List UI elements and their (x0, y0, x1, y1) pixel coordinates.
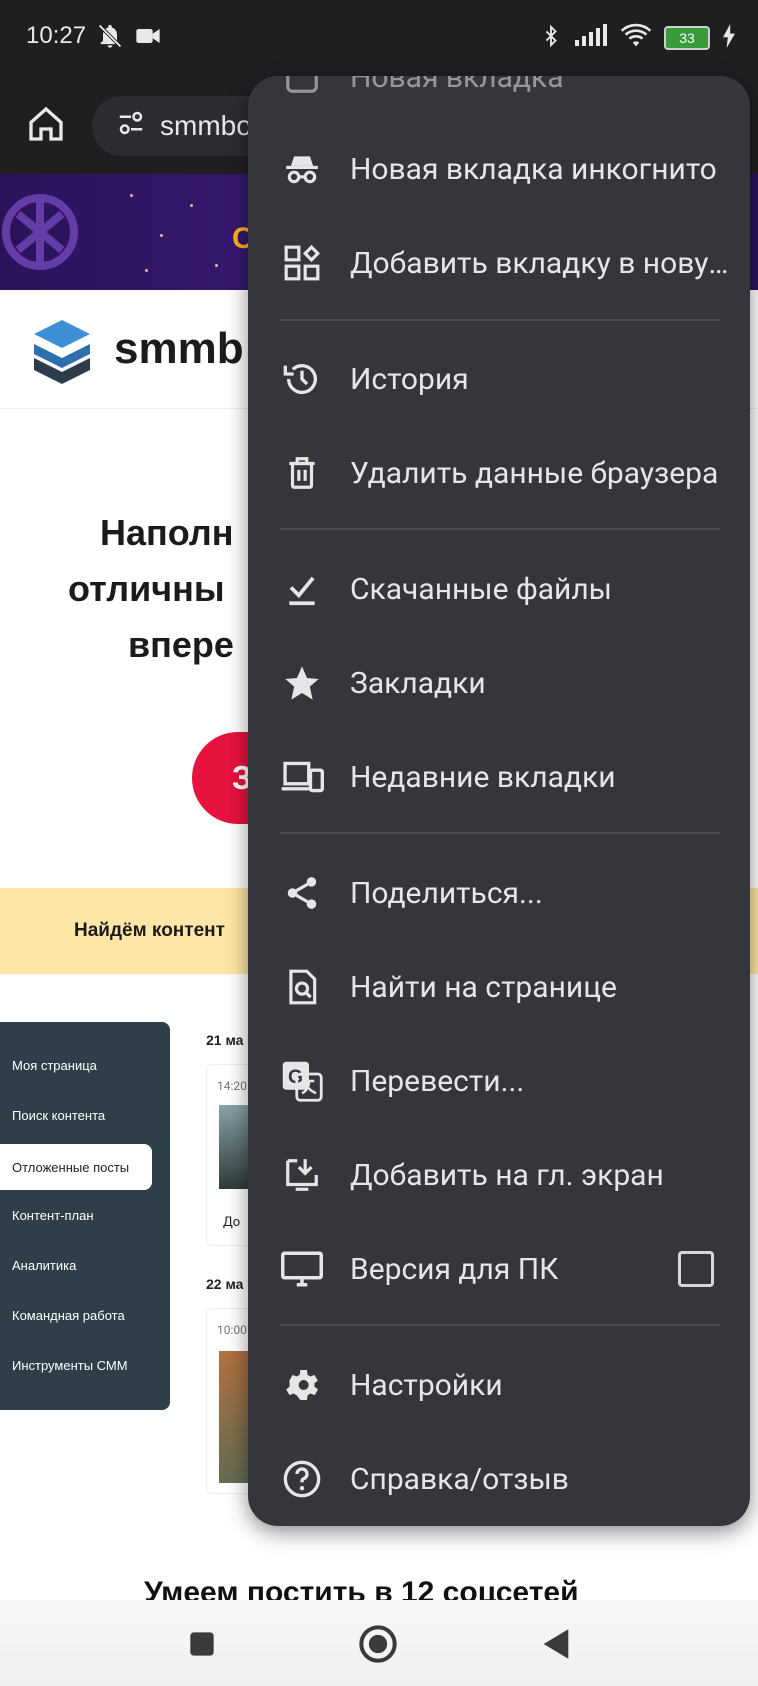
menu-item-label: Перевести... (350, 1063, 525, 1099)
desktop-site-checkbox[interactable] (678, 1251, 714, 1287)
feed-date: 21 ма (206, 1032, 244, 1048)
system-nav-bar (0, 1600, 758, 1686)
menu-item-incognito[interactable]: Новая вкладка инкогнито (248, 122, 750, 216)
battery-icon: 33 (664, 26, 710, 50)
menu-item-label: Добавить на гл. экран (350, 1157, 664, 1193)
tab-group-icon (280, 241, 324, 285)
download-check-icon (280, 567, 324, 611)
site-name: smmb (114, 324, 244, 373)
menu-item-share[interactable]: Поделиться... (248, 846, 750, 940)
bluetooth-icon (540, 22, 562, 54)
charging-icon (722, 24, 736, 52)
menu-item-label: Поделиться... (350, 875, 543, 911)
menu-item-label: Добавить вкладку в новую группу (350, 245, 730, 281)
side-nav-item[interactable]: Инструменты СММ (12, 1358, 128, 1373)
site-settings-icon[interactable] (116, 108, 146, 145)
menu-item-label: Настройки (350, 1367, 503, 1403)
menu-item-label: Закладки (350, 665, 486, 701)
new-tab-icon (280, 76, 324, 99)
home-icon (29, 106, 63, 141)
side-nav-item-active[interactable]: Отложенные посты (0, 1144, 152, 1190)
home-button[interactable] (24, 102, 68, 146)
hero-title-line-3: впере (128, 624, 234, 665)
menu-item-clear-data[interactable]: Удалить данные браузера (248, 426, 750, 520)
feed-date: 22 ма (206, 1276, 244, 1292)
home-nav-button[interactable] (358, 1624, 398, 1664)
devices-icon (280, 755, 324, 799)
bell-off-icon (96, 22, 124, 54)
side-nav-item[interactable]: Контент-план (12, 1208, 94, 1223)
menu-divider (280, 319, 720, 321)
signal-icon (574, 24, 608, 52)
add-to-home-icon (280, 1153, 324, 1197)
feed-time: 10:00 (217, 1323, 247, 1337)
translate-icon: G (280, 1059, 324, 1103)
find-in-page-icon (280, 965, 324, 1009)
wifi-icon (620, 23, 652, 53)
menu-item-bookmarks[interactable]: Закладки (248, 636, 750, 730)
recents-button[interactable] (182, 1624, 222, 1664)
menu-item-label: Скачанные файлы (350, 571, 612, 607)
feed-button[interactable]: До (223, 1215, 240, 1230)
side-nav-item[interactable]: Моя страница (12, 1058, 97, 1073)
menu-item-label: Удалить данные браузера (350, 455, 719, 491)
menu-item-add-to-group[interactable]: Добавить вкладку в новую группу (248, 216, 750, 310)
menu-item-history[interactable]: История (248, 332, 750, 426)
menu-item-label: История (350, 361, 469, 397)
incognito-icon (280, 147, 324, 191)
menu-item-add-to-home[interactable]: Добавить на гл. экран (248, 1128, 750, 1222)
url-text: smmbo (160, 110, 252, 141)
hero-title-line-1: Наполн (100, 512, 234, 553)
side-nav-item[interactable]: Аналитика (12, 1258, 76, 1273)
info-band-text: Найдём контент (74, 920, 225, 941)
openai-logo-icon (2, 194, 78, 270)
menu-item-settings[interactable]: Настройки (248, 1338, 750, 1432)
circle-icon (359, 1625, 397, 1663)
menu-item-recent-tabs[interactable]: Недавние вкладки (248, 730, 750, 824)
history-icon (280, 357, 324, 401)
smmbox-logo-icon[interactable] (32, 318, 92, 388)
menu-item-translate[interactable]: G Перевести... (248, 1034, 750, 1128)
help-icon (280, 1457, 324, 1501)
star-icon (280, 661, 324, 705)
menu-item-label: Версия для ПК (350, 1251, 559, 1287)
browser-overflow-menu: Новая вкладка Новая вкладка инкогнито До… (248, 76, 750, 1526)
feed-time: 14:20 (217, 1079, 247, 1093)
triangle-back-icon (543, 1629, 569, 1659)
desktop-icon (280, 1247, 324, 1291)
menu-item-downloads[interactable]: Скачанные файлы (248, 542, 750, 636)
trash-icon (280, 451, 324, 495)
menu-item-label: Недавние вкладки (350, 759, 616, 795)
square-icon (190, 1632, 214, 1656)
menu-item-new-tab[interactable]: Новая вкладка (248, 76, 750, 124)
menu-divider (280, 528, 720, 530)
demo-side-nav: Моя страница Поиск контента Отложенные п… (0, 1022, 170, 1410)
menu-item-find-in-page[interactable]: Найти на странице (248, 940, 750, 1034)
menu-divider (280, 832, 720, 834)
menu-divider (280, 1324, 720, 1326)
status-bar: 10:27 33 (0, 0, 758, 78)
share-icon (280, 871, 324, 915)
side-nav-item[interactable]: Поиск контента (12, 1108, 105, 1123)
side-nav-item[interactable]: Командная работа (12, 1308, 125, 1323)
back-button[interactable] (536, 1624, 576, 1664)
menu-item-label: Новая вкладка инкогнито (350, 151, 717, 187)
hero-title-line-2: отличны (68, 568, 225, 609)
menu-item-desktop-site[interactable]: Версия для ПК (248, 1222, 750, 1316)
status-time: 10:27 (26, 22, 87, 49)
menu-item-label: Справка/отзыв (350, 1461, 569, 1497)
menu-item-help[interactable]: Справка/отзыв (248, 1432, 750, 1526)
settings-icon (280, 1363, 324, 1407)
menu-item-label: Найти на странице (350, 969, 617, 1005)
video-icon (134, 22, 162, 54)
